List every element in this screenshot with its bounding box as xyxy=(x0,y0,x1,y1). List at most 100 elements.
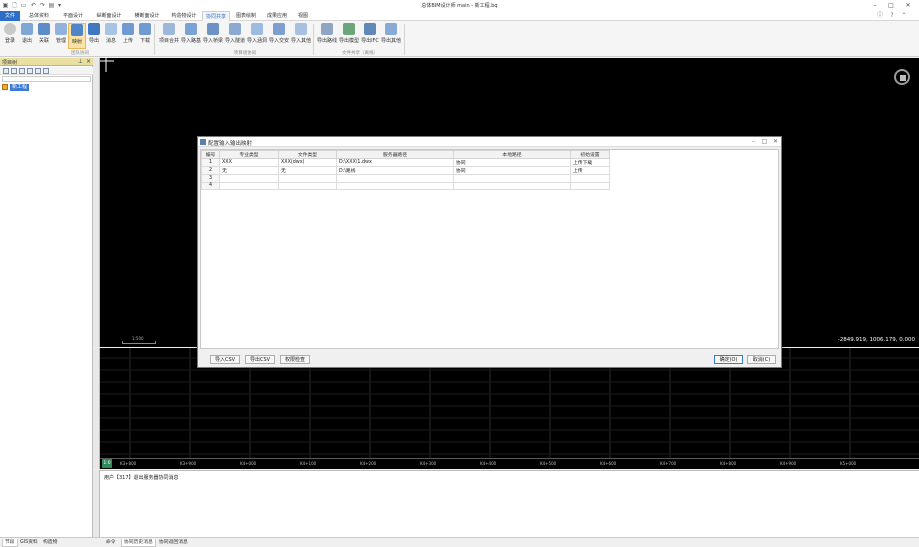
table-cell[interactable]: XXX(dwx) xyxy=(278,158,337,167)
table-cell[interactable] xyxy=(219,174,279,183)
export-button[interactable]: 导出 xyxy=(85,23,103,49)
import-roadbed-button[interactable]: 导入路基 xyxy=(180,23,202,49)
table-cell[interactable]: D:\路线 xyxy=(336,166,454,175)
import-traffic-button[interactable]: 导入交安 xyxy=(268,23,290,49)
table-row[interactable]: 1 XXX XXX(dwx) D:\XXX\1.dwx 协同 上传下载 xyxy=(201,158,610,167)
table-cell[interactable] xyxy=(278,181,337,190)
import-csv-button[interactable]: 导入CSV xyxy=(210,355,240,364)
row-number-cell: 4 xyxy=(201,181,220,190)
tab-command[interactable]: 命令 xyxy=(104,539,118,547)
project-merge-button[interactable]: 项目合并 xyxy=(158,23,180,49)
maximize-icon[interactable]: □ xyxy=(886,1,896,10)
edit-icon[interactable] xyxy=(27,68,33,74)
mapping-icon xyxy=(71,24,83,36)
tab-structure-design[interactable]: 构造物设计 xyxy=(166,11,202,21)
tab-view[interactable]: 视图 xyxy=(292,11,314,21)
table-cell[interactable] xyxy=(570,181,610,190)
login-button[interactable]: 登录 xyxy=(1,23,19,49)
cancel-button[interactable]: 取消(C) xyxy=(747,355,776,364)
table-cell[interactable]: 协同 xyxy=(453,158,571,167)
tab-segments[interactable]: 节段 xyxy=(2,539,18,547)
upload-icon xyxy=(122,23,134,35)
navigator-center[interactable] xyxy=(900,75,906,81)
ok-button[interactable]: 确定(O) xyxy=(714,355,743,364)
merge-icon xyxy=(163,23,175,35)
tab-general-data[interactable]: 总体资料 xyxy=(22,11,56,21)
profile-side-strip xyxy=(93,348,100,469)
import-tunnel-button[interactable]: 导入隧道 xyxy=(224,23,246,49)
tab-gis-data[interactable]: GIS资料 xyxy=(18,539,40,547)
copy-icon[interactable] xyxy=(35,68,41,74)
tab-drawing[interactable]: 图表绘制 xyxy=(231,11,261,21)
close-icon[interactable]: ✕ xyxy=(903,1,913,10)
table-cell[interactable]: 无 xyxy=(219,166,279,175)
folder-icon[interactable] xyxy=(11,68,17,74)
table-cell[interactable] xyxy=(278,174,337,183)
table-cell[interactable]: 上传 xyxy=(570,166,610,175)
export-model-button[interactable]: 导出模型 xyxy=(338,23,360,49)
tab-plan-design[interactable]: 平面设计 xyxy=(56,11,90,21)
download-icon xyxy=(139,23,151,35)
view-navigator-icon[interactable] xyxy=(894,69,910,85)
pin-icon[interactable]: ⊥ xyxy=(78,58,83,65)
tab-collab-history[interactable]: 协同历史消息 xyxy=(121,539,156,547)
table-cell[interactable]: 无 xyxy=(278,166,337,175)
table-cell[interactable] xyxy=(453,181,571,190)
table-cell[interactable]: 协同 xyxy=(453,166,571,175)
dialog-minimize-icon[interactable]: – xyxy=(749,138,758,146)
tab-file[interactable]: 文件 xyxy=(0,11,20,21)
list-icon[interactable] xyxy=(19,68,25,74)
bridge-icon xyxy=(207,23,219,35)
table-cell[interactable] xyxy=(453,174,571,183)
message-button[interactable]: 消息 xyxy=(102,23,120,49)
tab-profile-design[interactable]: 纵断面设计 xyxy=(90,11,128,21)
dialog-close-icon[interactable]: ✕ xyxy=(771,138,780,146)
table-cell[interactable] xyxy=(336,174,454,183)
table-cell[interactable]: XXX xyxy=(219,158,279,167)
table-cell[interactable] xyxy=(570,174,610,183)
import-other-button[interactable]: 导入其他 xyxy=(290,23,312,49)
table-row[interactable]: 3 xyxy=(201,174,610,183)
export-ifc-button[interactable]: 导出IFC xyxy=(360,23,380,49)
dialog-maximize-icon[interactable]: □ xyxy=(760,138,769,146)
import-culvert-button[interactable]: 导入涵洞 xyxy=(246,23,268,49)
table-row[interactable]: 4 xyxy=(201,181,610,190)
settings-icon[interactable] xyxy=(43,68,49,74)
info-icon[interactable]: ⓘ xyxy=(876,12,884,20)
column-header: 编号 xyxy=(201,150,220,159)
upload-button[interactable]: 上传 xyxy=(119,23,137,49)
station-tick-label: K4+500 xyxy=(540,461,557,466)
column-header: 本地路径 xyxy=(453,150,571,159)
import-bridge-button[interactable]: 导入桥梁 xyxy=(202,23,224,49)
logout-button[interactable]: 退出 xyxy=(18,23,36,49)
tab-collab-return[interactable]: 协同返回消息 xyxy=(157,539,190,547)
help-icon[interactable]: ? xyxy=(888,12,896,20)
permission-check-button[interactable]: 权限检查 xyxy=(280,355,310,364)
export-other-button[interactable]: 导出其他 xyxy=(380,23,402,49)
tab-collaboration[interactable]: 协同共享 xyxy=(202,11,230,21)
tree-filter-input[interactable] xyxy=(2,76,91,82)
mapping-dialog: 配置输入输出映射 – □ ✕ 编号 专业类型 文件类型 服务器路径 本地路径 初… xyxy=(197,136,782,368)
station-tick-label: K5+000 xyxy=(840,461,857,466)
table-cell[interactable] xyxy=(219,181,279,190)
panel-title: 项目树 xyxy=(2,60,18,66)
ribbon-collapse-icon[interactable]: ⌃ xyxy=(900,12,908,20)
table-header-row: 编号 专业类型 文件类型 服务器路径 本地路径 初始设置 xyxy=(201,150,610,159)
table-row[interactable]: 2 无无 D:\路线 协同 上传 xyxy=(201,166,610,175)
panel-close-icon[interactable]: × xyxy=(86,58,91,65)
download-button[interactable]: 下载 xyxy=(136,23,154,49)
tab-structures[interactable]: 构造物 xyxy=(41,539,59,547)
tab-results[interactable]: 成果应用 xyxy=(262,11,292,21)
add-icon[interactable] xyxy=(3,68,9,74)
mapping-button[interactable]: 映射 xyxy=(68,23,86,49)
minimize-icon[interactable]: – xyxy=(870,1,880,10)
tab-cross-section[interactable]: 横断面设计 xyxy=(128,11,166,21)
table-cell[interactable] xyxy=(336,181,454,190)
export-csv-button[interactable]: 导出CSV xyxy=(245,355,275,364)
associate-button[interactable]: 关联 xyxy=(35,23,53,49)
table-cell[interactable]: D:\XXX\1.dwx xyxy=(336,158,454,167)
dialog-title: 配置输入输出映射 xyxy=(208,141,253,147)
table-cell[interactable]: 上传下载 xyxy=(570,158,610,167)
column-header: 初始设置 xyxy=(570,150,610,159)
export-route-button[interactable]: 导出路线 xyxy=(316,23,338,49)
